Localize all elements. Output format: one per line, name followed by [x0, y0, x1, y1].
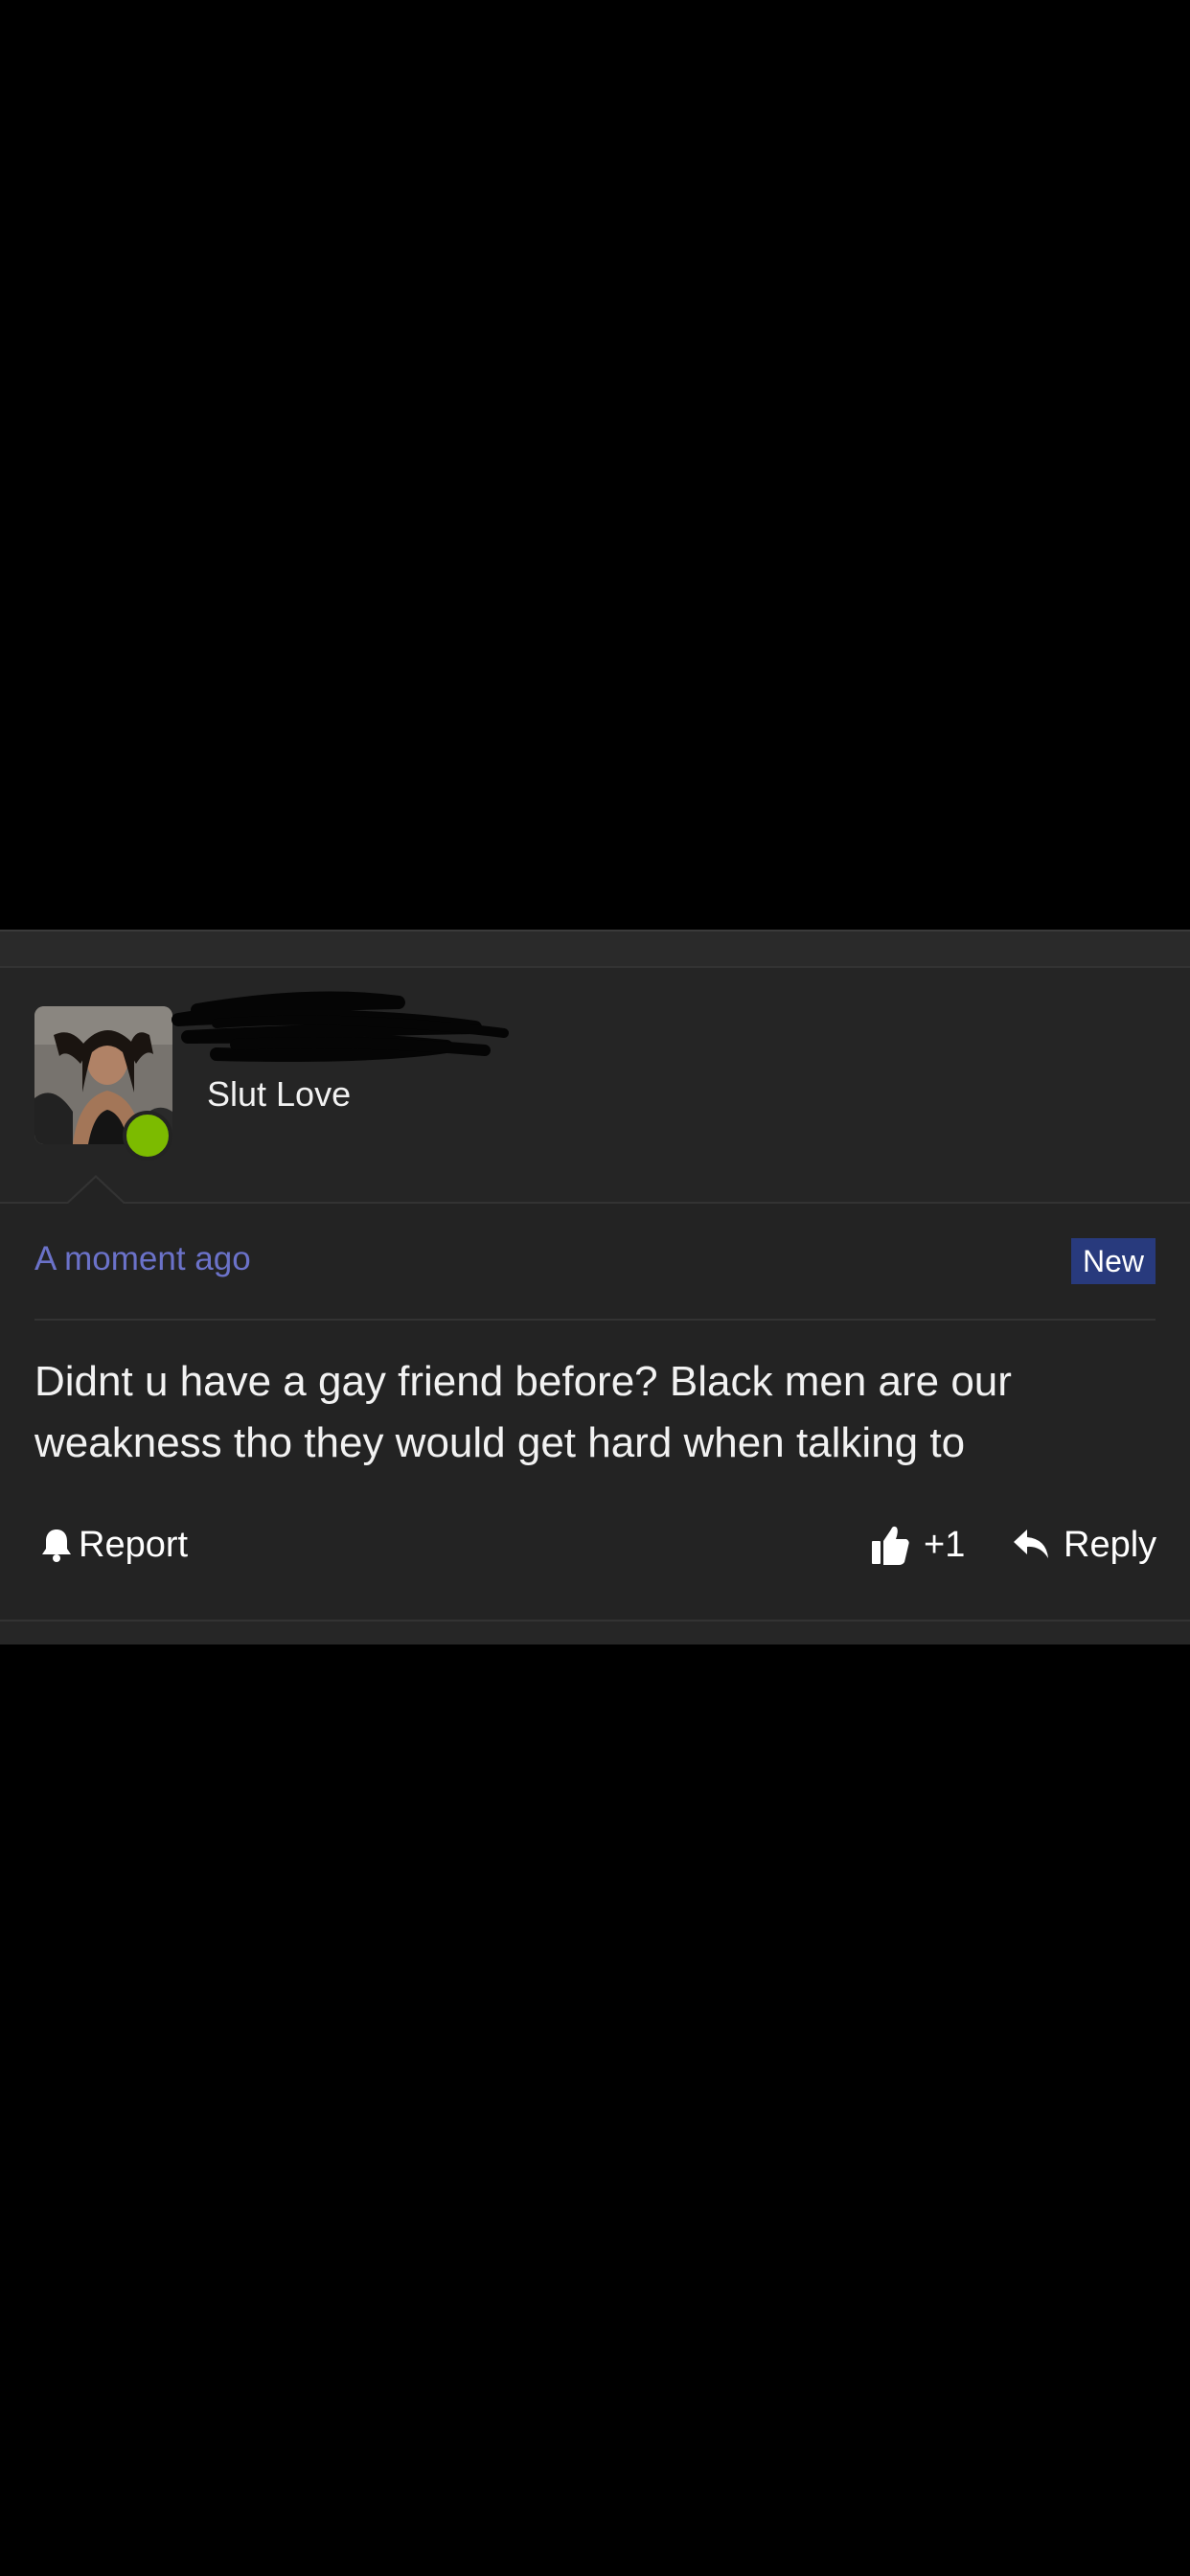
new-badge: New	[1070, 1238, 1156, 1284]
reply-arrow-icon	[1014, 1530, 1048, 1558]
like-button[interactable]: +1	[870, 1522, 965, 1568]
thumbs-up-icon	[872, 1526, 909, 1565]
comment-timestamp: A moment ago	[34, 1240, 251, 1277]
author-display-name[interactable]: Slut Love	[207, 1075, 351, 1114]
card-top-band	[0, 930, 1190, 968]
redacted-username-scribble	[172, 991, 509, 1062]
meta-divider	[34, 1319, 1156, 1321]
report-button[interactable]: Report	[40, 1522, 188, 1568]
comment-actions: Report +1 Reply	[0, 1508, 1190, 1585]
online-status-indicator	[123, 1111, 172, 1161]
card-bottom-band	[0, 1620, 1190, 1644]
comment-message: Didnt u have a gay friend before? Black …	[34, 1358, 1012, 1466]
report-label: Report	[79, 1525, 189, 1565]
bell-icon	[42, 1530, 71, 1562]
reply-button[interactable]: Reply	[1012, 1522, 1156, 1568]
reply-label: Reply	[1064, 1525, 1157, 1565]
header-pointer-caret-fill	[67, 1178, 125, 1205]
header-divider	[0, 1202, 1190, 1204]
like-count: +1	[924, 1525, 966, 1565]
comment-card: Slut Love A moment ago New Didnt u have …	[0, 930, 1190, 1644]
